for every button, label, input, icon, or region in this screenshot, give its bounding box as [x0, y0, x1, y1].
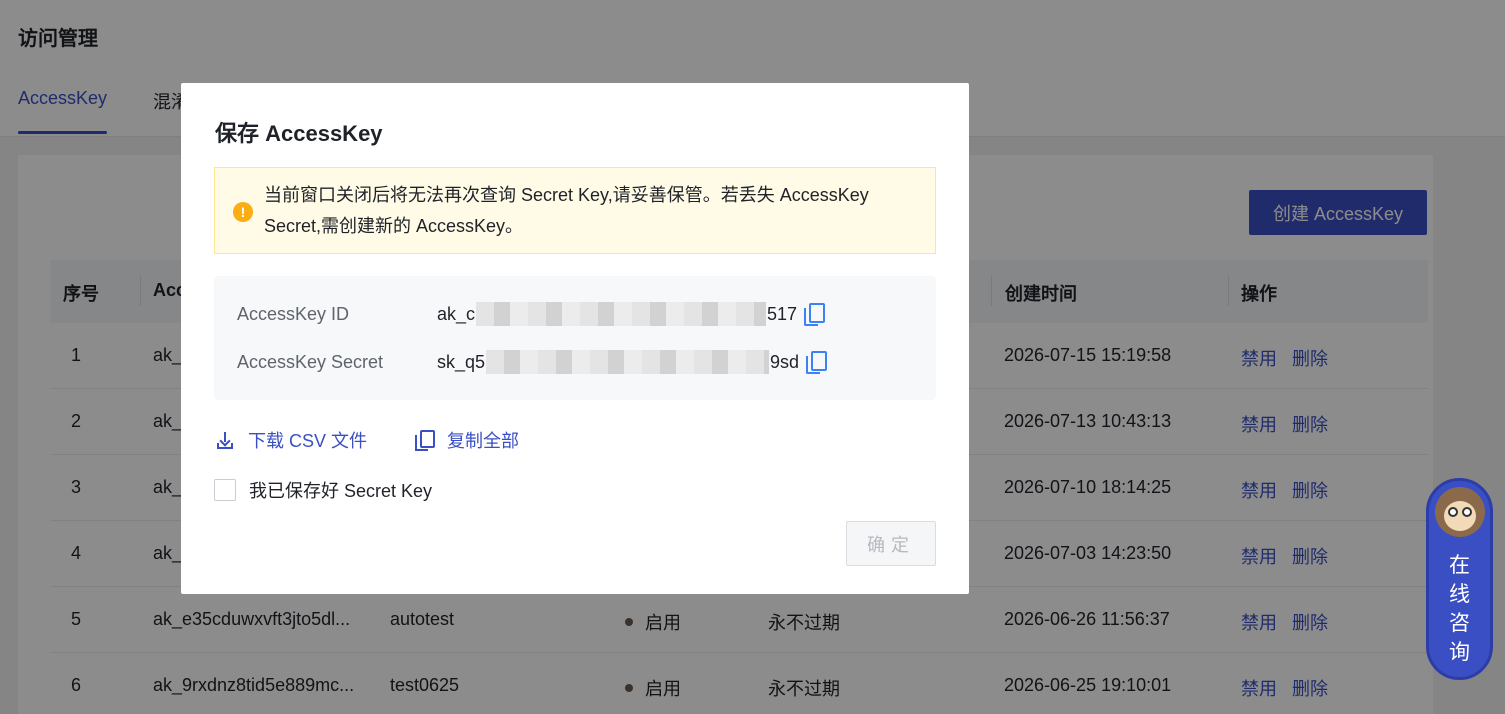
- copy-all-label: 复制全部: [447, 431, 519, 451]
- accesskey-secret-value: sk_q5 9sd: [437, 350, 828, 374]
- secret-suffix: 9sd: [770, 351, 800, 372]
- warning-text: 当前窗口关闭后将无法再次查询 Secret Key,请妥善保管。若丢失 Acce…: [264, 185, 869, 236]
- copy-secret-icon[interactable]: [806, 351, 828, 374]
- accesskey-id-value: ak_c 517: [437, 302, 826, 326]
- warning-icon: !: [233, 202, 253, 222]
- id-suffix: 517: [767, 303, 798, 324]
- id-mask: [476, 302, 767, 326]
- secret-prefix: sk_q5: [437, 351, 486, 372]
- checkbox-label: 我已保存好 Secret Key: [249, 481, 433, 501]
- download-csv-label: 下载 CSV 文件: [248, 431, 368, 451]
- download-icon: [216, 431, 234, 449]
- download-csv-link[interactable]: 下载 CSV 文件: [216, 427, 367, 453]
- id-prefix: ak_c: [437, 303, 476, 324]
- owl-avatar-icon: [1435, 487, 1485, 537]
- online-consult-widget[interactable]: 在线咨询: [1426, 478, 1493, 680]
- accesskey-secret-label: AccessKey Secret: [237, 352, 384, 372]
- save-accesskey-modal: 保存 AccessKey ! 当前窗口关闭后将无法再次查询 Secret Key…: [181, 83, 969, 594]
- key-info-box: AccessKey ID ak_c 517 AccessKey Secret s…: [214, 276, 936, 400]
- ok-button[interactable]: 确定: [846, 521, 936, 566]
- copy-id-icon[interactable]: [804, 303, 826, 326]
- modal-title: 保存 AccessKey: [215, 121, 383, 146]
- copy-all-link[interactable]: 复制全部: [415, 427, 519, 453]
- copy-icon: [415, 430, 435, 451]
- checkbox-box[interactable]: [214, 479, 236, 501]
- secret-mask: [486, 350, 770, 374]
- accesskey-id-label: AccessKey ID: [237, 304, 350, 324]
- warning-alert: ! 当前窗口关闭后将无法再次查询 Secret Key,请妥善保管。若丢失 Ac…: [214, 167, 936, 254]
- saved-confirm-checkbox[interactable]: 我已保存好 Secret Key: [214, 477, 432, 503]
- consult-label: 在线咨询: [1449, 554, 1470, 664]
